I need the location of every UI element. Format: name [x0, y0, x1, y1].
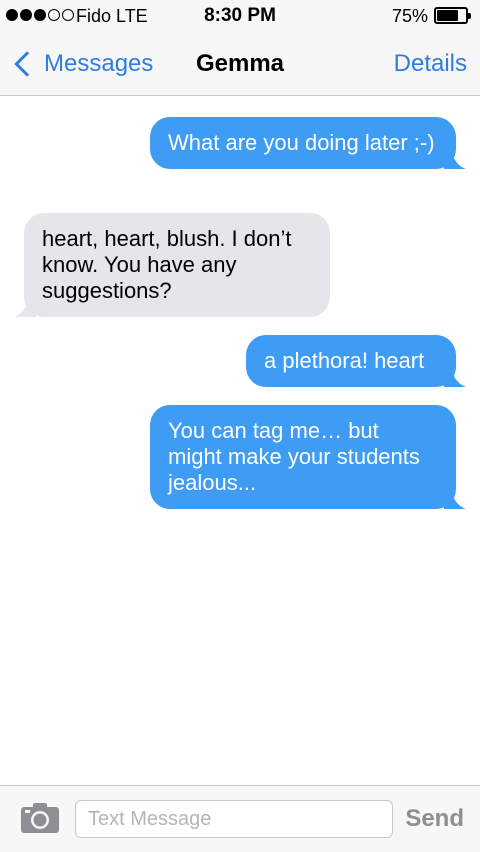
camera-icon[interactable] — [20, 802, 60, 834]
incoming-message-bubble[interactable]: heart, heart, blush. I don’t know. You h… — [14, 213, 330, 317]
message-text: What are you doing later ;-) — [168, 130, 435, 155]
message-text: a plethora! heart — [264, 348, 425, 373]
message-input-bar: Send — [0, 785, 480, 852]
send-button[interactable]: Send — [405, 805, 464, 833]
bubble-tail — [444, 147, 466, 169]
message-text: You can tag me… but might make your stud… — [168, 418, 420, 495]
bubble-tail — [444, 365, 466, 387]
status-bar: Fido LTE 8:30 PM 75% — [0, 0, 480, 32]
details-button[interactable]: Details — [394, 50, 467, 78]
bubble-tail — [444, 487, 466, 509]
conversation-thread[interactable]: What are you doing later ;-) heart, hear… — [0, 97, 480, 785]
outgoing-message-bubble[interactable]: You can tag me… but might make your stud… — [150, 405, 466, 509]
bubble-tail — [14, 295, 36, 317]
battery-level — [437, 10, 458, 21]
battery-icon — [434, 7, 471, 24]
outgoing-message-bubble[interactable]: What are you doing later ;-) — [150, 117, 466, 169]
message-text: heart, heart, blush. I don’t know. You h… — [42, 226, 292, 303]
battery-percent: 75% — [391, 6, 428, 26]
navigation-bar: Messages Gemma Details — [0, 32, 480, 96]
outgoing-message-bubble[interactable]: a plethora! heart — [246, 335, 466, 387]
messages-screen: Fido LTE 8:30 PM 75% Messages Gemma Deta… — [0, 0, 480, 852]
message-text-input[interactable] — [75, 800, 393, 838]
battery-tip — [468, 13, 471, 19]
